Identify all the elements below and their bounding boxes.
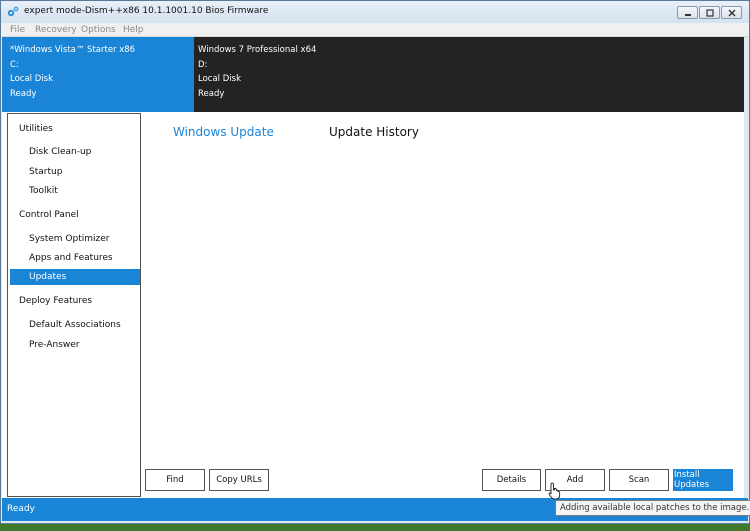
sidebar-item-disk-clean-up[interactable]: Disk Clean-up xyxy=(29,147,91,157)
sidebar-item-startup[interactable]: Startup xyxy=(29,167,62,177)
sidebar-item-pre-answer[interactable]: Pre-Answer xyxy=(29,340,80,350)
image-disk: Local Disk xyxy=(10,74,53,84)
image-status: Ready xyxy=(198,88,225,99)
minimize-icon xyxy=(684,13,691,16)
sidebar-item-updates[interactable]: Updates xyxy=(10,269,140,285)
sidebar-item-label: Updates xyxy=(29,272,67,282)
sidebar: Utilities Disk Clean-up Startup Toolkit … xyxy=(7,113,141,497)
image-panel[interactable]: Windows 7 Professional x64 D: Local Disk… xyxy=(194,37,744,112)
image-name: Windows 7 Professional x64 xyxy=(198,45,317,55)
maximize-button[interactable] xyxy=(699,6,720,19)
menu-file[interactable]: File xyxy=(10,25,25,35)
gear-icon xyxy=(7,6,19,17)
find-button[interactable]: Find xyxy=(145,469,205,491)
maximize-icon xyxy=(705,8,714,17)
menu-help[interactable]: Help xyxy=(123,25,144,35)
copy-urls-button[interactable]: Copy URLs xyxy=(209,469,269,491)
title-bar[interactable]: expert mode-Dism++x86 10.1.1001.10 Bios … xyxy=(1,1,749,23)
nav-section-control-panel[interactable]: Control Panel xyxy=(19,210,79,220)
close-button[interactable] xyxy=(721,6,742,19)
status-text: Ready xyxy=(7,504,35,514)
tab-windows-update[interactable]: Windows Update xyxy=(173,125,274,139)
nav-section-utilities[interactable]: Utilities xyxy=(19,124,53,134)
app-window: expert mode-Dism++x86 10.1.1001.10 Bios … xyxy=(0,0,750,524)
image-disk: Local Disk xyxy=(198,74,241,84)
menu-bar: File Recovery Options Help xyxy=(1,23,749,37)
sidebar-item-default-associations[interactable]: Default Associations xyxy=(29,320,121,330)
content-area: Utilities Disk Clean-up Startup Toolkit … xyxy=(2,112,744,498)
tab-update-history[interactable]: Update History xyxy=(329,125,419,139)
nav-section-deploy-features[interactable]: Deploy Features xyxy=(19,296,92,306)
scan-button[interactable]: Scan xyxy=(609,469,669,491)
close-icon xyxy=(728,9,735,16)
sidebar-item-apps-and-features[interactable]: Apps and Features xyxy=(29,253,113,263)
image-status: Ready xyxy=(10,88,37,99)
image-panel-selected[interactable]: *Windows Vista™ Starter x86 C: Local Dis… xyxy=(2,37,194,112)
image-name: *Windows Vista™ Starter x86 xyxy=(10,45,136,55)
image-drive: C: xyxy=(10,59,19,70)
install-updates-button[interactable]: Install Updates xyxy=(673,469,733,491)
window-title: expert mode-Dism++x86 10.1.1001.10 Bios … xyxy=(24,6,269,16)
tooltip: Adding available local patches to the im… xyxy=(555,500,750,516)
menu-options[interactable]: Options xyxy=(81,25,116,35)
image-drive: D: xyxy=(198,59,208,70)
details-button[interactable]: Details xyxy=(482,469,541,491)
hand-cursor-icon xyxy=(548,482,561,500)
menu-recovery[interactable]: Recovery xyxy=(35,25,77,35)
update-list[interactable] xyxy=(143,148,741,462)
sidebar-item-system-optimizer[interactable]: System Optimizer xyxy=(29,234,109,244)
sidebar-item-toolkit[interactable]: Toolkit xyxy=(29,186,58,196)
minimize-button[interactable] xyxy=(677,6,698,19)
